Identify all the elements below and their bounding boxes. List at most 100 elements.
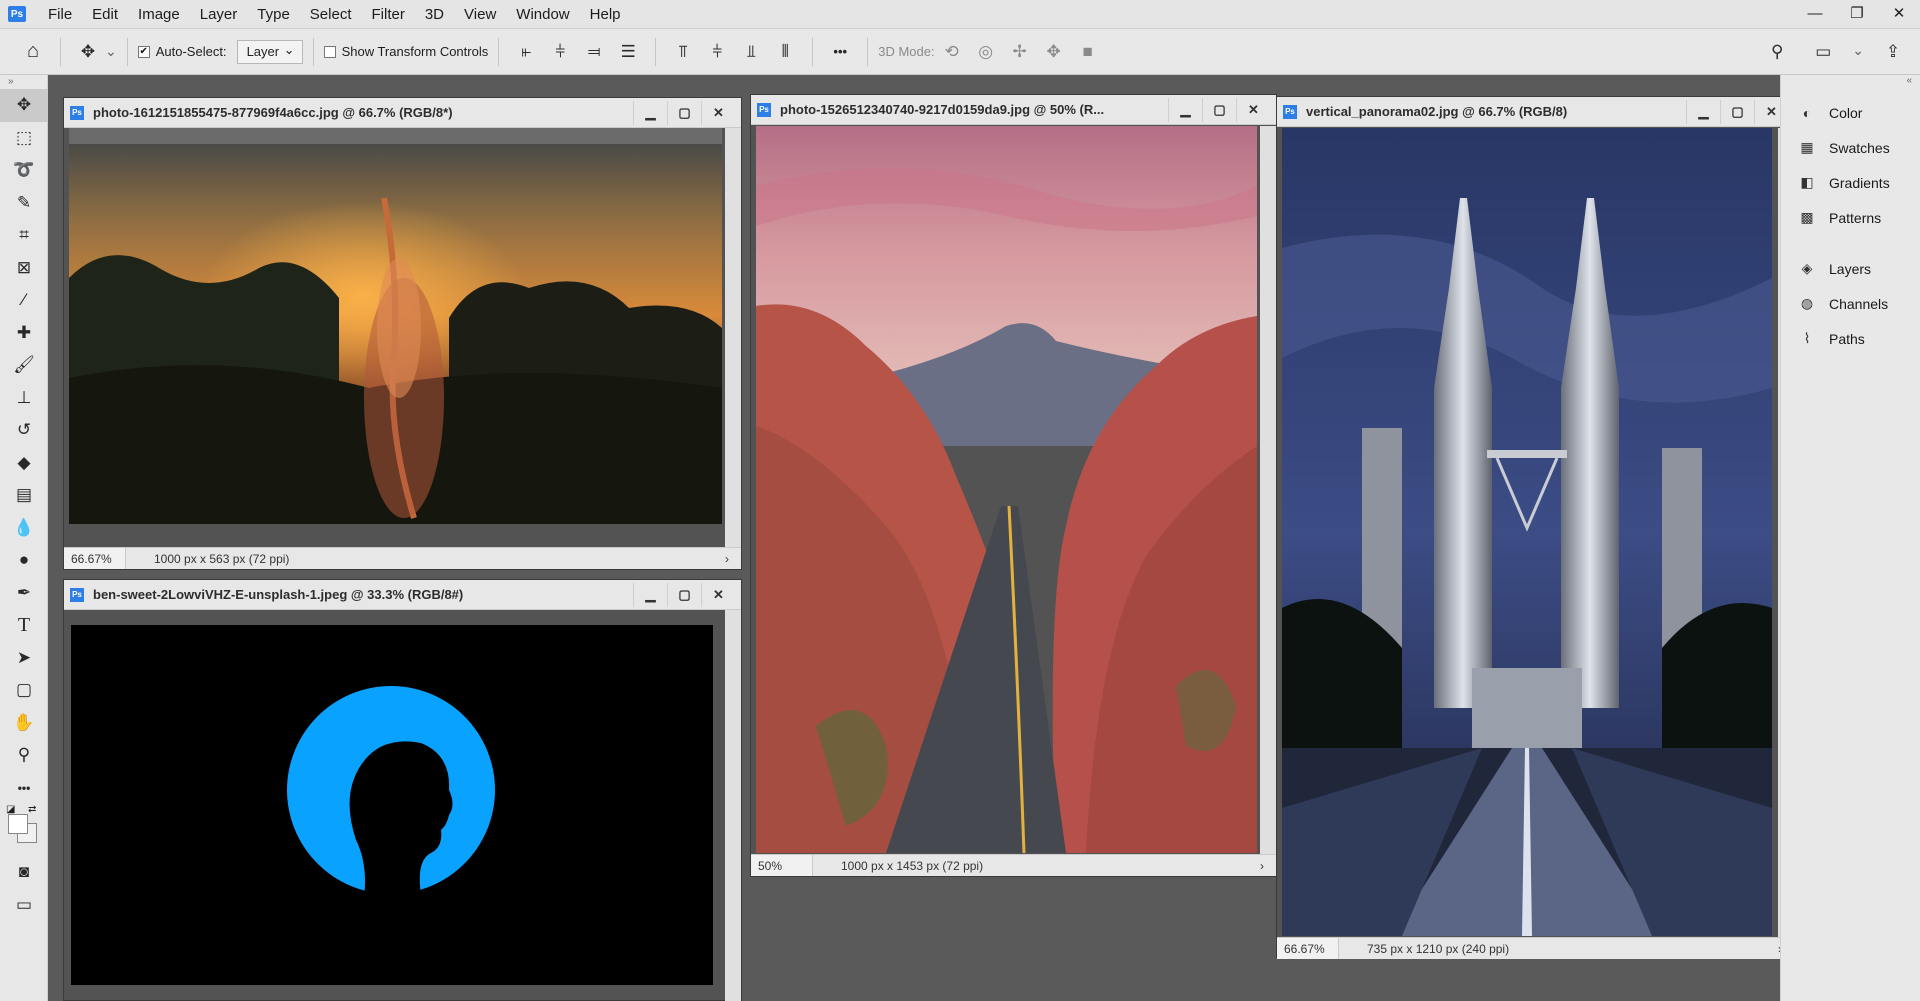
chevron-down-icon[interactable]: ⌄ bbox=[1852, 42, 1864, 65]
clone-stamp-icon[interactable]: ⊥ bbox=[0, 382, 48, 415]
chevron-down-icon[interactable]: ⌄ bbox=[105, 43, 117, 60]
panel-layers[interactable]: ◈ Layers bbox=[1781, 251, 1920, 286]
brush-icon[interactable]: 🖌 bbox=[0, 349, 48, 382]
zoom-level[interactable]: 66.67% bbox=[64, 548, 126, 569]
swap-colors-icon[interactable]: ⇄ bbox=[28, 804, 36, 815]
type-tool-icon[interactable]: T bbox=[0, 609, 48, 642]
maximize-button[interactable]: ▢ bbox=[1202, 97, 1236, 122]
rectangle-shape-icon[interactable]: ▢ bbox=[0, 674, 48, 707]
search-icon[interactable]: ⚲ bbox=[1764, 39, 1790, 65]
eraser-icon[interactable]: ◆ bbox=[0, 447, 48, 480]
status-menu-arrow-icon[interactable]: › bbox=[1260, 859, 1276, 873]
gradient-icon[interactable]: ▤ bbox=[0, 479, 48, 512]
minimize-button[interactable]: ▁ bbox=[1168, 97, 1202, 122]
foreground-color-swatch[interactable] bbox=[8, 814, 28, 834]
vertical-scrollbar[interactable] bbox=[725, 128, 741, 548]
menu-file[interactable]: File bbox=[38, 6, 82, 23]
vertical-scrollbar[interactable] bbox=[725, 610, 741, 1001]
align-left-edges-icon[interactable]: ⫦ bbox=[513, 39, 539, 65]
panel-patterns[interactable]: ▩ Patterns bbox=[1781, 200, 1920, 235]
close-button[interactable]: ✕ bbox=[1878, 0, 1920, 26]
maximize-button[interactable]: ▢ bbox=[667, 582, 701, 607]
menu-filter[interactable]: Filter bbox=[362, 6, 415, 23]
healing-brush-icon[interactable]: ✚ bbox=[0, 317, 48, 350]
panel-channels[interactable]: ◍ Channels bbox=[1781, 286, 1920, 321]
pen-icon[interactable]: ✒ bbox=[0, 577, 48, 610]
document-window-road[interactable]: Ps photo-1526512340740-9217d0159da9.jpg … bbox=[750, 94, 1277, 877]
slide-3d-icon[interactable]: ✥ bbox=[1041, 39, 1067, 65]
menu-type[interactable]: Type bbox=[247, 6, 300, 23]
align-vertical-centers-icon[interactable]: ⫩ bbox=[704, 39, 730, 65]
align-right-edges-icon[interactable]: ⫤ bbox=[581, 39, 607, 65]
document-window-sunset[interactable]: Ps photo-1612151855475-877969f4a6cc.jpg … bbox=[63, 97, 742, 570]
document-window-silhouette[interactable]: Ps ben-sweet-2LowviVHZ-E-unsplash-1.jpeg… bbox=[63, 579, 742, 1001]
canvas-area[interactable] bbox=[1282, 128, 1772, 936]
document-titlebar[interactable]: Ps ben-sweet-2LowviVHZ-E-unsplash-1.jpeg… bbox=[64, 580, 741, 610]
crop-icon[interactable]: ⌗ bbox=[0, 219, 48, 252]
menu-window[interactable]: Window bbox=[506, 6, 579, 23]
menu-help[interactable]: Help bbox=[580, 6, 631, 23]
roll-3d-icon[interactable]: ◎ bbox=[973, 39, 999, 65]
menu-select[interactable]: Select bbox=[300, 6, 362, 23]
panel-gradients[interactable]: ◧ Gradients bbox=[1781, 165, 1920, 200]
camera-3d-icon[interactable]: ■ bbox=[1075, 39, 1101, 65]
home-icon[interactable]: ⌂ bbox=[20, 39, 46, 65]
menu-view[interactable]: View bbox=[454, 6, 506, 23]
distribute-vertical-icon[interactable]: ☰ bbox=[615, 39, 641, 65]
close-button[interactable]: ✕ bbox=[1236, 97, 1270, 122]
canvas-area[interactable] bbox=[71, 625, 713, 985]
align-bottom-edges-icon[interactable]: ⫫ bbox=[738, 39, 764, 65]
minimize-button[interactable]: — bbox=[1794, 0, 1836, 26]
close-button[interactable]: ✕ bbox=[701, 582, 735, 607]
minimize-button[interactable]: ▁ bbox=[1686, 99, 1720, 124]
menu-image[interactable]: Image bbox=[128, 6, 190, 23]
orbit-3d-icon[interactable]: ⟲ bbox=[939, 39, 965, 65]
panel-swatches[interactable]: ▦ Swatches bbox=[1781, 130, 1920, 165]
align-horizontal-centers-icon[interactable]: ⫩ bbox=[547, 39, 573, 65]
status-menu-arrow-icon[interactable]: › bbox=[725, 552, 741, 566]
quick-selection-icon[interactable]: ✎ bbox=[0, 187, 48, 220]
align-top-edges-icon[interactable]: ⫪ bbox=[670, 39, 696, 65]
pan-3d-icon[interactable]: ✢ bbox=[1007, 39, 1033, 65]
zoom-level[interactable]: 50% bbox=[751, 855, 813, 876]
rectangular-marquee-icon[interactable]: ⬚ bbox=[0, 122, 48, 155]
auto-select-target-dropdown[interactable]: Layer bbox=[236, 39, 303, 64]
collapse-icon[interactable]: » bbox=[0, 75, 47, 89]
zoom-icon[interactable]: ⚲ bbox=[0, 739, 48, 772]
history-brush-icon[interactable]: ↺ bbox=[0, 414, 48, 447]
minimize-button[interactable]: ▁ bbox=[633, 100, 667, 125]
lasso-icon[interactable]: ➰ bbox=[0, 154, 48, 187]
zoom-level[interactable]: 66.67% bbox=[1277, 938, 1339, 959]
path-selection-icon[interactable]: ➤ bbox=[0, 642, 48, 675]
restore-button[interactable]: ❐ bbox=[1836, 0, 1878, 26]
share-icon[interactable]: ⇪ bbox=[1880, 39, 1906, 65]
move-tool-icon[interactable]: ✥ bbox=[0, 89, 48, 122]
eyedropper-icon[interactable]: ⁄ bbox=[0, 284, 48, 317]
blur-icon[interactable]: 💧 bbox=[0, 512, 48, 545]
canvas-area[interactable] bbox=[69, 128, 722, 524]
collapse-panels-icon[interactable]: « bbox=[1781, 75, 1920, 95]
panel-color[interactable]: ◐ Color bbox=[1781, 95, 1920, 130]
edit-toolbar-icon[interactable]: ••• bbox=[0, 772, 48, 805]
screen-mode-icon[interactable]: ▭ bbox=[0, 889, 48, 922]
vertical-scrollbar[interactable] bbox=[1260, 126, 1276, 854]
maximize-button[interactable]: ▢ bbox=[667, 100, 701, 125]
dodge-icon[interactable]: ● bbox=[0, 544, 48, 577]
hand-icon[interactable]: ✋ bbox=[0, 707, 48, 740]
document-titlebar[interactable]: Ps vertical_panorama02.jpg @ 66.7% (RGB/… bbox=[1277, 97, 1794, 127]
minimize-button[interactable]: ▁ bbox=[633, 582, 667, 607]
document-titlebar[interactable]: Ps photo-1612151855475-877969f4a6cc.jpg … bbox=[64, 98, 741, 128]
close-button[interactable]: ✕ bbox=[701, 100, 735, 125]
menu-edit[interactable]: Edit bbox=[82, 6, 128, 23]
canvas-area[interactable] bbox=[756, 126, 1257, 853]
move-tool-icon[interactable]: ✥ bbox=[75, 39, 101, 65]
maximize-button[interactable]: ▢ bbox=[1720, 99, 1754, 124]
quick-mask-icon[interactable]: ◙ bbox=[0, 856, 48, 889]
checkbox-checked-icon[interactable]: ✔ bbox=[137, 45, 150, 58]
auto-select-checkbox[interactable]: ✔ Auto-Select: bbox=[137, 44, 227, 59]
distribute-horizontal-icon[interactable]: ⦀ bbox=[772, 39, 798, 65]
panel-paths[interactable]: ⌇ Paths bbox=[1781, 321, 1920, 356]
show-transform-controls-checkbox[interactable]: Show Transform Controls bbox=[323, 44, 488, 59]
document-titlebar[interactable]: Ps photo-1526512340740-9217d0159da9.jpg … bbox=[751, 95, 1276, 125]
workspace-icon[interactable]: ▭ bbox=[1810, 39, 1836, 65]
